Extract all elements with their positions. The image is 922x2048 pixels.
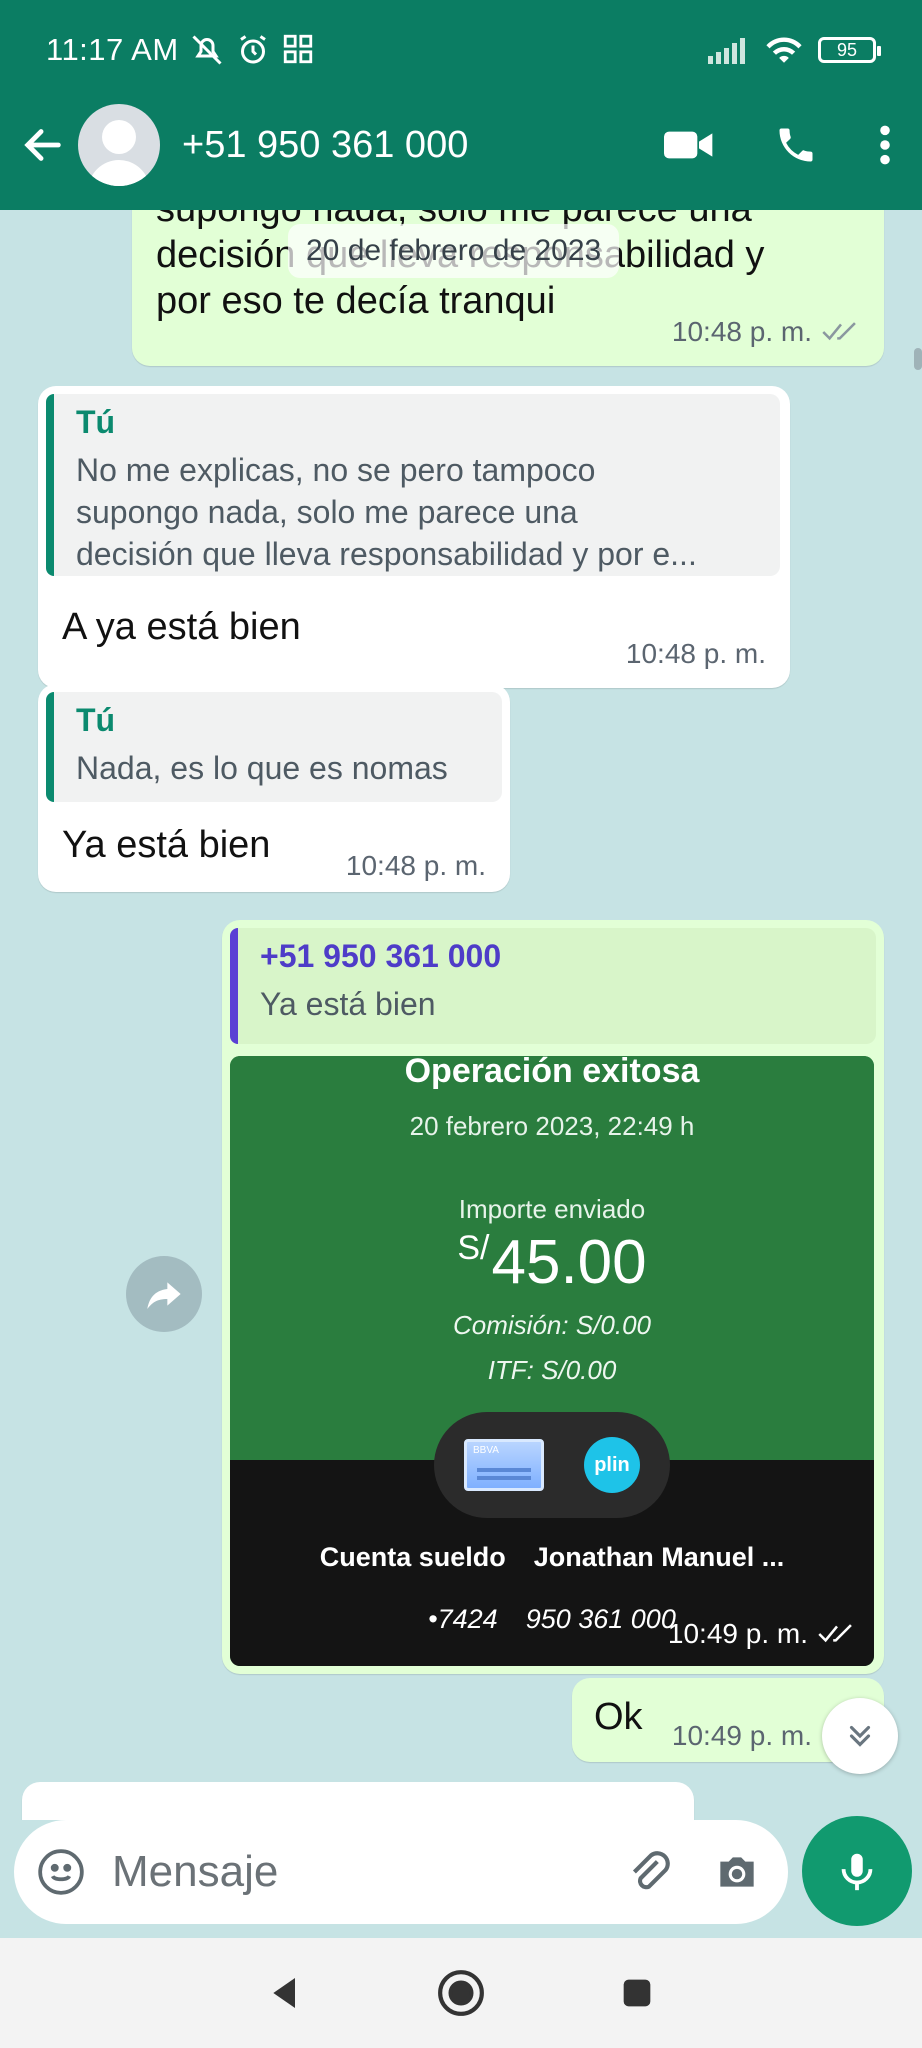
microphone-icon bbox=[841, 1853, 873, 1891]
scrollbar-thumb[interactable] bbox=[914, 348, 922, 370]
quote-author: Tú bbox=[76, 404, 116, 440]
quote-line: Ya está bien bbox=[260, 986, 436, 1022]
message-placeholder: Mensaje bbox=[112, 1847, 279, 1896]
avatar[interactable] bbox=[78, 104, 160, 186]
quote-author: +51 950 361 000 bbox=[260, 938, 502, 974]
quoted-message[interactable]: +51 950 361 000 Ya está bien bbox=[230, 928, 876, 1044]
status-bar: 11:17 AM 95 bbox=[46, 28, 881, 72]
double-check-icon bbox=[818, 1624, 852, 1643]
scroll-to-bottom-button[interactable] bbox=[822, 1698, 898, 1774]
nav-home-icon[interactable] bbox=[436, 1968, 486, 2018]
receipt-itf: ITF: S/0.00 bbox=[487, 1355, 617, 1385]
bbva-card-icon: BBVA bbox=[464, 1439, 544, 1491]
alarm-icon bbox=[239, 35, 266, 64]
message-time: 10:49 p. m. bbox=[671, 1720, 812, 1751]
nav-recents-icon[interactable] bbox=[617, 1973, 657, 2013]
quoted-message[interactable]: Tú No me explicas, no se pero tampoco su… bbox=[46, 394, 780, 576]
chat-header: +51 950 361 000 bbox=[0, 100, 922, 190]
nav-back-icon[interactable] bbox=[265, 1973, 305, 2013]
signal-icon bbox=[708, 38, 745, 64]
message-text: A ya está bien bbox=[62, 606, 301, 648]
receipt-amount-label: Importe enviado bbox=[458, 1194, 646, 1224]
receipt-from-number: •7424 bbox=[428, 1604, 498, 1634]
status-time: 11:17 AM bbox=[46, 32, 179, 67]
receipt-from-name: Cuenta sueldo bbox=[319, 1542, 506, 1572]
plin-logo-icon: plin bbox=[584, 1437, 640, 1493]
back-arrow-icon bbox=[24, 129, 61, 161]
date-chip: 20 de febrero de 2023 bbox=[288, 224, 620, 278]
camera-icon[interactable] bbox=[712, 1847, 762, 1897]
forward-icon bbox=[147, 1282, 181, 1309]
message-text: Ya está bien bbox=[62, 824, 271, 866]
message-bubble-outgoing[interactable]: +51 950 361 000 Ya está bien Operación e… bbox=[222, 920, 884, 1674]
quote-line: No me explicas, no se pero tampoco bbox=[76, 452, 596, 488]
back-button[interactable] bbox=[8, 105, 78, 185]
bank-transfer-pill: BBVA plin bbox=[434, 1412, 670, 1518]
card-brand: BBVA bbox=[473, 1445, 499, 1456]
message-time: 10:48 p. m. bbox=[345, 850, 486, 881]
system-nav-bar bbox=[0, 1938, 922, 2048]
emoji-icon[interactable] bbox=[36, 1847, 86, 1897]
top-bar: 11:17 AM 95 +51 950 361 000 bbox=[0, 0, 922, 210]
double-check-icon bbox=[822, 322, 856, 341]
battery-level: 95 bbox=[836, 39, 858, 60]
double-chevron-down-icon bbox=[849, 1725, 871, 1747]
grid-app-icon bbox=[283, 34, 312, 64]
phone-icon[interactable] bbox=[774, 123, 818, 167]
message-time: 10:49 p. m. bbox=[667, 1618, 808, 1649]
receipt-to-number: 950 361 000 bbox=[525, 1604, 676, 1634]
video-call-icon[interactable] bbox=[664, 128, 714, 162]
message-text: Ok bbox=[594, 1696, 643, 1738]
wifi-icon bbox=[766, 37, 802, 63]
plin-label: plin bbox=[594, 1453, 630, 1476]
receipt-to-name: Jonathan Manuel ... bbox=[533, 1542, 785, 1572]
battery-icon: 95 bbox=[818, 37, 881, 63]
message-input-bar: Mensaje bbox=[0, 1816, 922, 1938]
message-input[interactable]: Mensaje bbox=[14, 1820, 788, 1924]
receipt-image[interactable]: Operación exitosa 20 febrero 2023, 22:49… bbox=[230, 1056, 874, 1666]
message-bubble-incoming[interactable]: Tú Nada, es lo que es nomas Ya está bien… bbox=[38, 684, 510, 892]
quote-line: Nada, es lo que es nomas bbox=[76, 750, 448, 786]
message-bubble-incoming[interactable] bbox=[22, 1782, 694, 1820]
quote-line: decisión que lleva responsabilidad y por… bbox=[76, 536, 697, 572]
receipt-date: 20 febrero 2023, 22:49 h bbox=[409, 1111, 695, 1141]
mute-bell-icon bbox=[192, 35, 222, 65]
microphone-button[interactable] bbox=[802, 1816, 912, 1926]
receipt-title: Operación exitosa bbox=[404, 1056, 700, 1090]
message-time: 10:48 p. m. bbox=[625, 638, 766, 669]
quoted-message[interactable]: Tú Nada, es lo que es nomas bbox=[46, 692, 502, 802]
message-bubble-incoming[interactable]: Tú No me explicas, no se pero tampoco su… bbox=[38, 386, 790, 688]
forward-button[interactable] bbox=[126, 1256, 202, 1332]
attachment-icon[interactable] bbox=[624, 1847, 674, 1897]
chat-area[interactable]: 20 de febrero de 2023 supongo nada, solo… bbox=[0, 210, 922, 1820]
message-time: 10:48 p. m. bbox=[671, 316, 812, 347]
receipt-currency: S/ bbox=[457, 1229, 490, 1267]
receipt-commission: Comisión: S/0.00 bbox=[453, 1310, 651, 1340]
quote-line: supongo nada, solo me parece una bbox=[76, 494, 578, 530]
contact-title[interactable]: +51 950 361 000 bbox=[182, 124, 468, 167]
receipt-amount-value: 45.00 bbox=[491, 1228, 647, 1297]
receipt-amount: S/45.00 bbox=[230, 1227, 874, 1298]
quote-author: Tú bbox=[76, 702, 116, 738]
more-menu-icon[interactable] bbox=[878, 123, 892, 167]
